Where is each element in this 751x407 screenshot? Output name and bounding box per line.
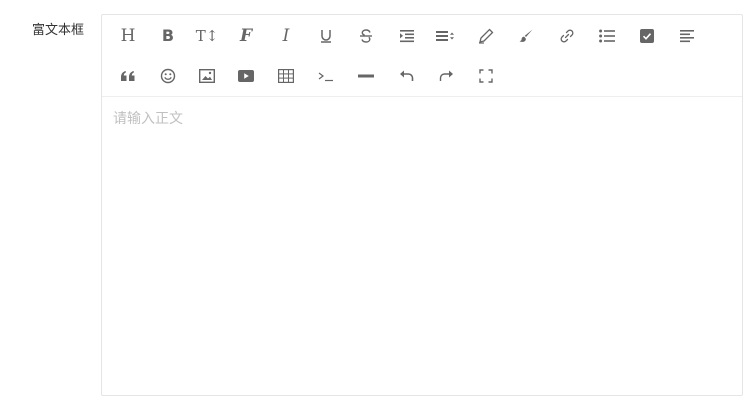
editor-content[interactable]: 请输入正文 [113, 109, 183, 129]
italic-button[interactable]: I [272, 22, 300, 50]
font-family-button[interactable]: F [232, 22, 260, 50]
redo-icon [439, 70, 453, 81]
todo-button[interactable] [633, 22, 661, 50]
video-button[interactable] [232, 62, 260, 90]
link-button[interactable] [553, 22, 581, 50]
list-button[interactable] [593, 22, 621, 50]
editor-toolbar: H B T↕ F I [102, 15, 742, 97]
bold-icon: B [161, 26, 175, 45]
terminal-icon [318, 72, 333, 82]
font-family-icon: F [239, 25, 253, 46]
undo-icon [400, 70, 414, 81]
checkbox-icon [640, 29, 654, 43]
line-height-button[interactable] [432, 22, 460, 50]
video-icon [238, 70, 254, 82]
indent-icon [400, 30, 414, 43]
undo-button[interactable] [393, 62, 421, 90]
font-color-button[interactable] [472, 22, 500, 50]
background-color-button[interactable] [512, 22, 540, 50]
strikethrough-icon [360, 29, 372, 43]
brush-icon [519, 29, 533, 42]
code-button[interactable] [312, 62, 340, 90]
underline-icon [321, 30, 331, 43]
horizontal-rule-icon [358, 74, 374, 78]
pen-icon [479, 28, 494, 44]
underline-button[interactable] [312, 22, 340, 50]
image-icon [199, 69, 215, 83]
line-height-icon [436, 31, 454, 41]
redo-button[interactable] [432, 62, 460, 90]
image-button[interactable] [193, 62, 221, 90]
justify-button[interactable] [673, 22, 701, 50]
fullscreen-icon [479, 69, 493, 83]
heading-button[interactable]: H [114, 22, 142, 50]
heading-icon: H [120, 25, 136, 46]
table-icon [278, 69, 294, 83]
italic-icon: I [282, 25, 290, 46]
field-label: 富文本框 [32, 23, 85, 38]
divider-button[interactable] [352, 62, 380, 90]
fullscreen-button[interactable] [472, 62, 500, 90]
quote-icon [121, 71, 135, 81]
align-left-icon [680, 30, 694, 43]
font-size-icon: T↕ [195, 26, 219, 45]
smiley-icon [160, 68, 176, 84]
indent-button[interactable] [393, 22, 421, 50]
table-button[interactable] [272, 62, 300, 90]
placeholder-text: 请输入正文 [113, 111, 183, 127]
bullet-list-icon [599, 29, 615, 43]
bold-button[interactable]: B [154, 22, 182, 50]
strikethrough-button[interactable] [352, 22, 380, 50]
font-size-button[interactable]: T↕ [193, 22, 221, 50]
rich-text-editor: H B T↕ F I 请输入正文 [101, 14, 743, 396]
quote-button[interactable] [114, 62, 142, 90]
link-icon [560, 29, 574, 43]
emoticon-button[interactable] [154, 62, 182, 90]
